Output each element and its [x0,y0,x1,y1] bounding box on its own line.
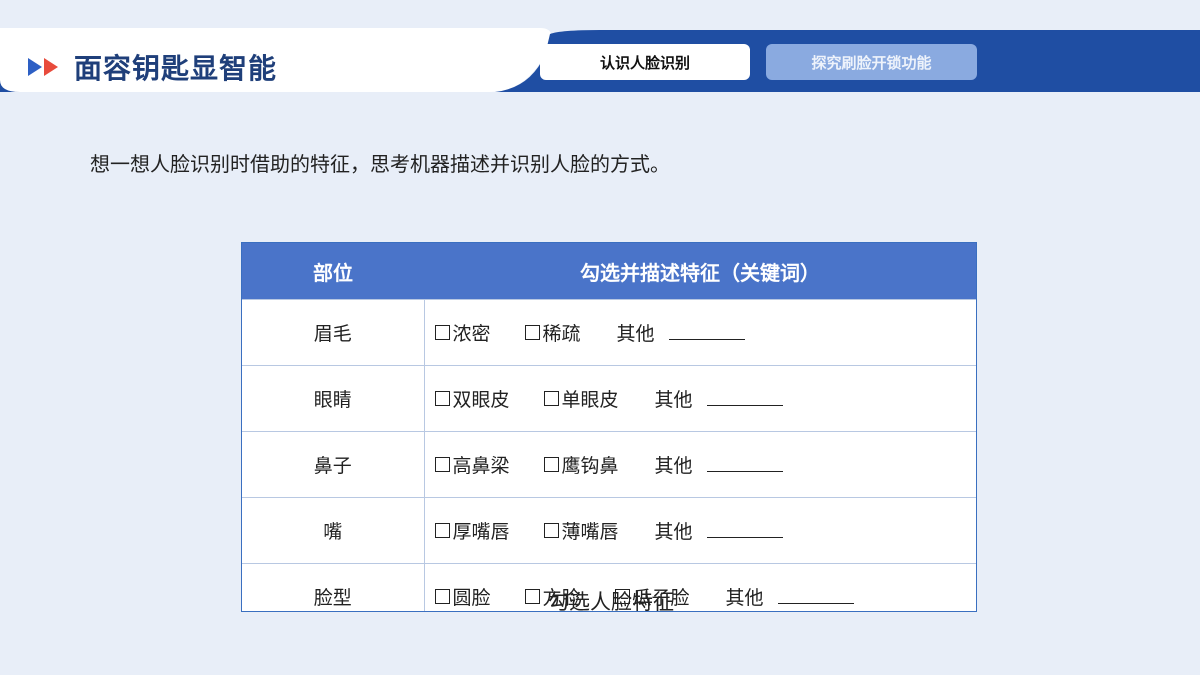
fill-in-blank[interactable] [706,389,783,406]
tab-explore-face-unlock[interactable]: 探究刷脸开锁功能 [766,44,977,80]
feature-table: 部位 勾选并描述特征（关键词） 眉毛 浓密 稀疏 其他 眼睛 双眼皮 单眼皮 其他 鼻子 高鼻梁鹰… [241,242,977,612]
feature-option-label: 鹰钩鼻 [561,455,619,477]
prompt-text: 想一想人脸识别时借助的特征，思考机器描述并识别人脸的方式。 [90,152,670,176]
feature-option-label: 双眼皮 [452,389,510,411]
feature-checkbox-option[interactable]: 稀疏 [524,319,581,346]
feature-options: 厚嘴唇 薄嘴唇 其他 [424,497,976,564]
checkbox-icon[interactable] [434,589,450,604]
part-label: 脸型 [242,563,425,611]
checkbox-icon[interactable] [434,457,450,472]
header-part: 部位 [242,243,424,300]
checkbox-icon[interactable] [524,325,540,340]
header-title-group: 面容钥匙显智能 [28,50,278,85]
fill-in-blank[interactable] [706,521,783,538]
table-header-row: 部位 勾选并描述特征（关键词） [242,243,976,300]
table-row: 眼睛 双眼皮 单眼皮 其他 [242,365,976,432]
checkbox-icon[interactable] [543,457,559,472]
checkbox-icon[interactable] [434,325,450,340]
feature-checkbox-option[interactable]: 双眼皮 [434,385,510,412]
part-label: 眉毛 [242,299,425,366]
feature-option-label: 浓密 [452,323,491,345]
other-label: 其他 [616,323,655,345]
checkbox-icon[interactable] [543,523,559,538]
feature-option-label: 厚嘴唇 [452,521,510,543]
feature-checkbox-option[interactable]: 薄嘴唇 [543,517,619,544]
feature-options: 圆脸 方脸 瓜子脸 其他 [424,563,976,611]
other-label: 其他 [654,455,693,477]
checkbox-icon[interactable] [434,391,450,406]
feature-checkbox-option[interactable]: 高鼻梁 [434,451,510,478]
feature-checkbox-option[interactable]: 鹰钩鼻 [543,451,619,478]
other-label: 其他 [654,389,693,411]
tab-recognize-face[interactable]: 认识人脸识别 [540,44,750,80]
checkbox-icon[interactable] [543,391,559,406]
feature-checkbox-option[interactable]: 单眼皮 [543,385,619,412]
fill-in-blank[interactable] [706,455,783,472]
double-chevron-icon [28,57,62,77]
feature-checkbox-option[interactable]: 厚嘴唇 [434,517,510,544]
table-row: 眉毛 浓密 稀疏 其他 [242,299,976,366]
feature-option-label: 单眼皮 [561,389,619,411]
feature-options: 浓密 稀疏 其他 [424,299,976,366]
fill-in-blank[interactable] [777,587,854,604]
caption-text: 勾选人脸特征 [548,590,674,614]
feature-options: 高鼻梁 鹰钩鼻 其他 [424,431,976,498]
header-features: 勾选并描述特征（关键词） [424,243,976,300]
table-row: 鼻子 高鼻梁 鹰钩鼻 其他 [242,431,976,498]
table-row: 嘴 厚嘴唇 薄嘴唇 其他 [242,497,976,564]
part-label: 鼻子 [242,431,425,498]
other-label: 其他 [654,521,693,543]
page-title: 面容钥匙显智能 [74,52,278,85]
feature-option-label: 圆脸 [452,587,491,609]
feature-options: 双眼皮 单眼皮 其他 [424,365,976,432]
feature-option-label: 薄嘴唇 [561,521,619,543]
part-label: 眼睛 [242,365,425,432]
other-label: 其他 [725,587,764,609]
checkbox-icon[interactable] [524,589,540,604]
feature-checkbox-option[interactable]: 圆脸 [434,583,491,610]
part-label: 嘴 [242,497,425,564]
feature-option-label: 高鼻梁 [452,455,510,477]
feature-option-label: 稀疏 [542,323,581,345]
checkbox-icon[interactable] [434,523,450,538]
fill-in-blank[interactable] [668,323,745,340]
feature-checkbox-option[interactable]: 浓密 [434,319,491,346]
